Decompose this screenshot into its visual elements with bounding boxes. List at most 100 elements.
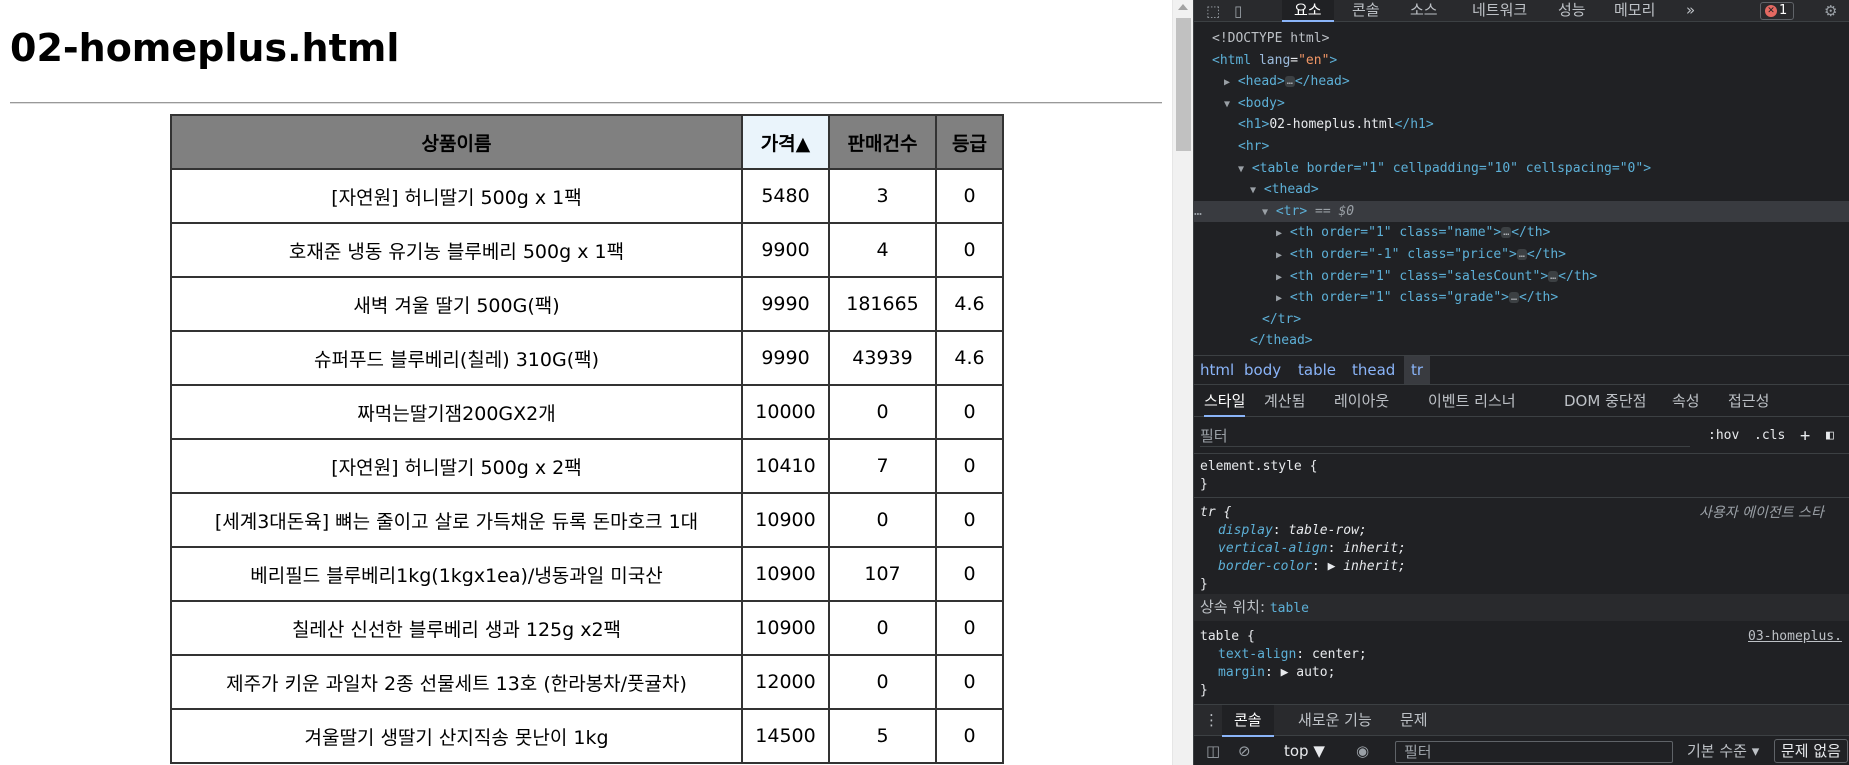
header-sales[interactable]: 판매건수 xyxy=(828,114,937,170)
tab-sources[interactable]: 소스 xyxy=(1410,0,1438,22)
subtab-5[interactable]: 속성 xyxy=(1672,387,1700,415)
clear-console-icon[interactable]: ⊘ xyxy=(1238,737,1251,765)
scroll-up-arrow-icon[interactable] xyxy=(1178,4,1188,10)
expand-triangle-icon[interactable]: ▶ xyxy=(1276,272,1282,283)
breadcrumb-body[interactable]: body xyxy=(1244,356,1281,384)
console-filter-input[interactable]: 필터 xyxy=(1395,741,1673,763)
tab-elements[interactable]: 요소 xyxy=(1282,0,1334,22)
table-row: [자연원] 허니딸기 500g x 1팩 5480 3 0 xyxy=(170,168,1004,224)
computed-sidebar-icon[interactable]: ◧ xyxy=(1826,425,1834,447)
dom-node[interactable]: <h1>02-homeplus.html</h1> xyxy=(1238,114,1434,135)
dom-node[interactable]: ▼ <thead> xyxy=(1250,179,1319,200)
settings-gear-icon[interactable]: ⚙ xyxy=(1824,0,1837,22)
tab-memory[interactable]: 메모리 xyxy=(1614,0,1655,22)
ellipsis-icon[interactable]: … xyxy=(1284,76,1295,88)
table-row: 베리필드 블루베리1kg(1kgx1ea)/냉동과일 미국산 10900 107 0 xyxy=(170,546,1004,602)
expand-triangle-icon[interactable]: ▶ xyxy=(1224,77,1230,88)
element-style-selector[interactable]: element.style { xyxy=(1200,458,1317,476)
inherited-from-tag[interactable]: table xyxy=(1270,601,1309,616)
sidebar-toggle-icon[interactable]: ◫ xyxy=(1206,737,1220,765)
subtab-2[interactable]: 레이아웃 xyxy=(1334,387,1389,415)
css-value[interactable]: ▶ auto; xyxy=(1281,665,1336,680)
drawer-tab-issues[interactable]: 문제 xyxy=(1400,705,1428,735)
css-declaration[interactable]: border-color: ▶ inherit; xyxy=(1218,558,1406,576)
breadcrumb-table[interactable]: table xyxy=(1298,356,1336,384)
ellipsis-icon[interactable]: … xyxy=(1516,249,1527,260)
dom-node[interactable]: </tr> xyxy=(1262,309,1301,330)
css-declaration[interactable]: display: table-row; xyxy=(1218,522,1367,540)
css-declaration[interactable]: vertical-align: inherit; xyxy=(1218,540,1406,558)
subtab-6[interactable]: 접근성 xyxy=(1728,387,1769,415)
header-grade[interactable]: 등급 xyxy=(935,114,1004,170)
tab-performance[interactable]: 성능 xyxy=(1558,0,1586,22)
device-toolbar-icon[interactable]: ▯ xyxy=(1234,0,1242,22)
css-property[interactable]: text-align xyxy=(1218,647,1296,662)
dom-node[interactable]: <hr> xyxy=(1238,136,1269,157)
css-value[interactable]: inherit; xyxy=(1343,541,1406,556)
css-property[interactable]: vertical-align xyxy=(1218,541,1328,556)
css-property[interactable]: border-color xyxy=(1218,559,1312,574)
dom-node[interactable]: ▶ <th order="1" class="salesCount">… </th… xyxy=(1276,266,1597,287)
expand-triangle-icon[interactable]: ▼ xyxy=(1262,207,1268,218)
table-rule-selector[interactable]: table { xyxy=(1200,628,1255,646)
expand-triangle-icon[interactable]: ▼ xyxy=(1238,164,1244,175)
drawer-tab-console[interactable]: 콘솔 xyxy=(1222,705,1274,737)
page-scrollbar[interactable] xyxy=(1172,0,1193,765)
css-property[interactable]: display xyxy=(1218,523,1273,538)
css-property[interactable]: margin xyxy=(1218,665,1265,680)
add-rule-icon[interactable]: + xyxy=(1800,425,1810,447)
dom-node[interactable]: ▼ <body> xyxy=(1224,93,1285,114)
styles-filter-input[interactable]: 필터 xyxy=(1200,425,1690,447)
ellipsis-icon[interactable]: … xyxy=(1548,270,1559,282)
drawer-menu-icon[interactable]: ⋮ xyxy=(1204,705,1219,735)
css-value[interactable]: ▶ inherit; xyxy=(1328,559,1406,574)
hover-state-toggle[interactable]: :hov xyxy=(1708,425,1739,447)
dom-node[interactable]: ▶ <th order="1" class="grade">… </th> xyxy=(1276,287,1558,308)
css-value[interactable]: table-row; xyxy=(1288,523,1366,538)
subtab-4[interactable]: DOM 중단점 xyxy=(1564,387,1646,415)
tag: <h1> xyxy=(1238,117,1270,133)
subtab-1[interactable]: 계산됨 xyxy=(1264,387,1305,415)
table-rule-source-link[interactable]: 03-homeplus. xyxy=(1748,628,1842,646)
css-value[interactable]: center; xyxy=(1312,647,1367,662)
dom-node[interactable]: ▶ <th order="1" class="name">… </th> xyxy=(1276,222,1550,243)
tr-rule-selector[interactable]: tr { xyxy=(1200,504,1231,522)
dom-node[interactable]: <!DOCTYPE html> xyxy=(1212,28,1329,49)
context-selector[interactable]: top ▼ xyxy=(1284,737,1325,765)
tag: </th> xyxy=(1526,247,1567,262)
inspect-element-icon[interactable]: ⬚ xyxy=(1206,0,1220,22)
expand-triangle-icon[interactable]: ▶ xyxy=(1276,228,1282,239)
expand-triangle-icon[interactable]: ▶ xyxy=(1276,250,1282,261)
dom-node[interactable]: <html lang="en"> xyxy=(1212,50,1337,71)
more-tabs-icon[interactable]: » xyxy=(1686,0,1695,22)
class-toggle[interactable]: .cls xyxy=(1754,425,1785,447)
expand-triangle-icon[interactable]: ▶ xyxy=(1276,293,1282,304)
dom-node[interactable]: ▶ <th order="-1" class="price">… </th> xyxy=(1276,244,1566,265)
log-level-selector[interactable]: 기본 수준 ▾ xyxy=(1687,737,1759,765)
tag: </th> xyxy=(1519,290,1559,306)
breadcrumb-html[interactable]: html xyxy=(1200,356,1234,384)
scrollbar-thumb[interactable] xyxy=(1176,18,1191,151)
ellipsis-icon[interactable]: … xyxy=(1501,227,1512,239)
dom-node[interactable]: ▶ <head>… </head> xyxy=(1224,71,1350,92)
subtab-0[interactable]: 스타일 xyxy=(1204,387,1246,417)
header-name[interactable]: 상품이름 xyxy=(170,114,743,170)
expand-triangle-icon[interactable]: ▼ xyxy=(1224,99,1230,110)
error-count-badge[interactable]: ✕ 1 xyxy=(1760,2,1794,20)
tab-console[interactable]: 콘솔 xyxy=(1352,0,1380,22)
expand-triangle-icon[interactable]: ▼ xyxy=(1250,185,1256,196)
ellipsis-icon[interactable]: … xyxy=(1509,292,1520,304)
drawer-tab-whats-new[interactable]: 새로운 기능 xyxy=(1298,705,1372,735)
dom-node[interactable]: </thead> xyxy=(1250,330,1313,351)
header-price[interactable]: 가격▲ xyxy=(741,114,830,170)
dom-node[interactable]: … ▼ <tr> == $0 xyxy=(1194,200,1849,222)
tab-network[interactable]: 네트워크 xyxy=(1472,0,1527,22)
css-declaration[interactable]: text-align: center; xyxy=(1218,646,1367,664)
live-expression-eye-icon[interactable]: ◉ xyxy=(1356,737,1369,765)
css-declaration[interactable]: margin: ▶ auto; xyxy=(1218,664,1335,682)
breadcrumb-thead[interactable]: thead xyxy=(1352,356,1395,384)
issues-button[interactable]: 문제 없음 xyxy=(1774,739,1848,763)
breadcrumb-tr[interactable]: tr xyxy=(1404,356,1431,384)
dom-node[interactable]: ▼ <table border="1" cellpadding="10" cel… xyxy=(1238,158,1651,179)
subtab-3[interactable]: 이벤트 리스너 xyxy=(1428,387,1516,415)
